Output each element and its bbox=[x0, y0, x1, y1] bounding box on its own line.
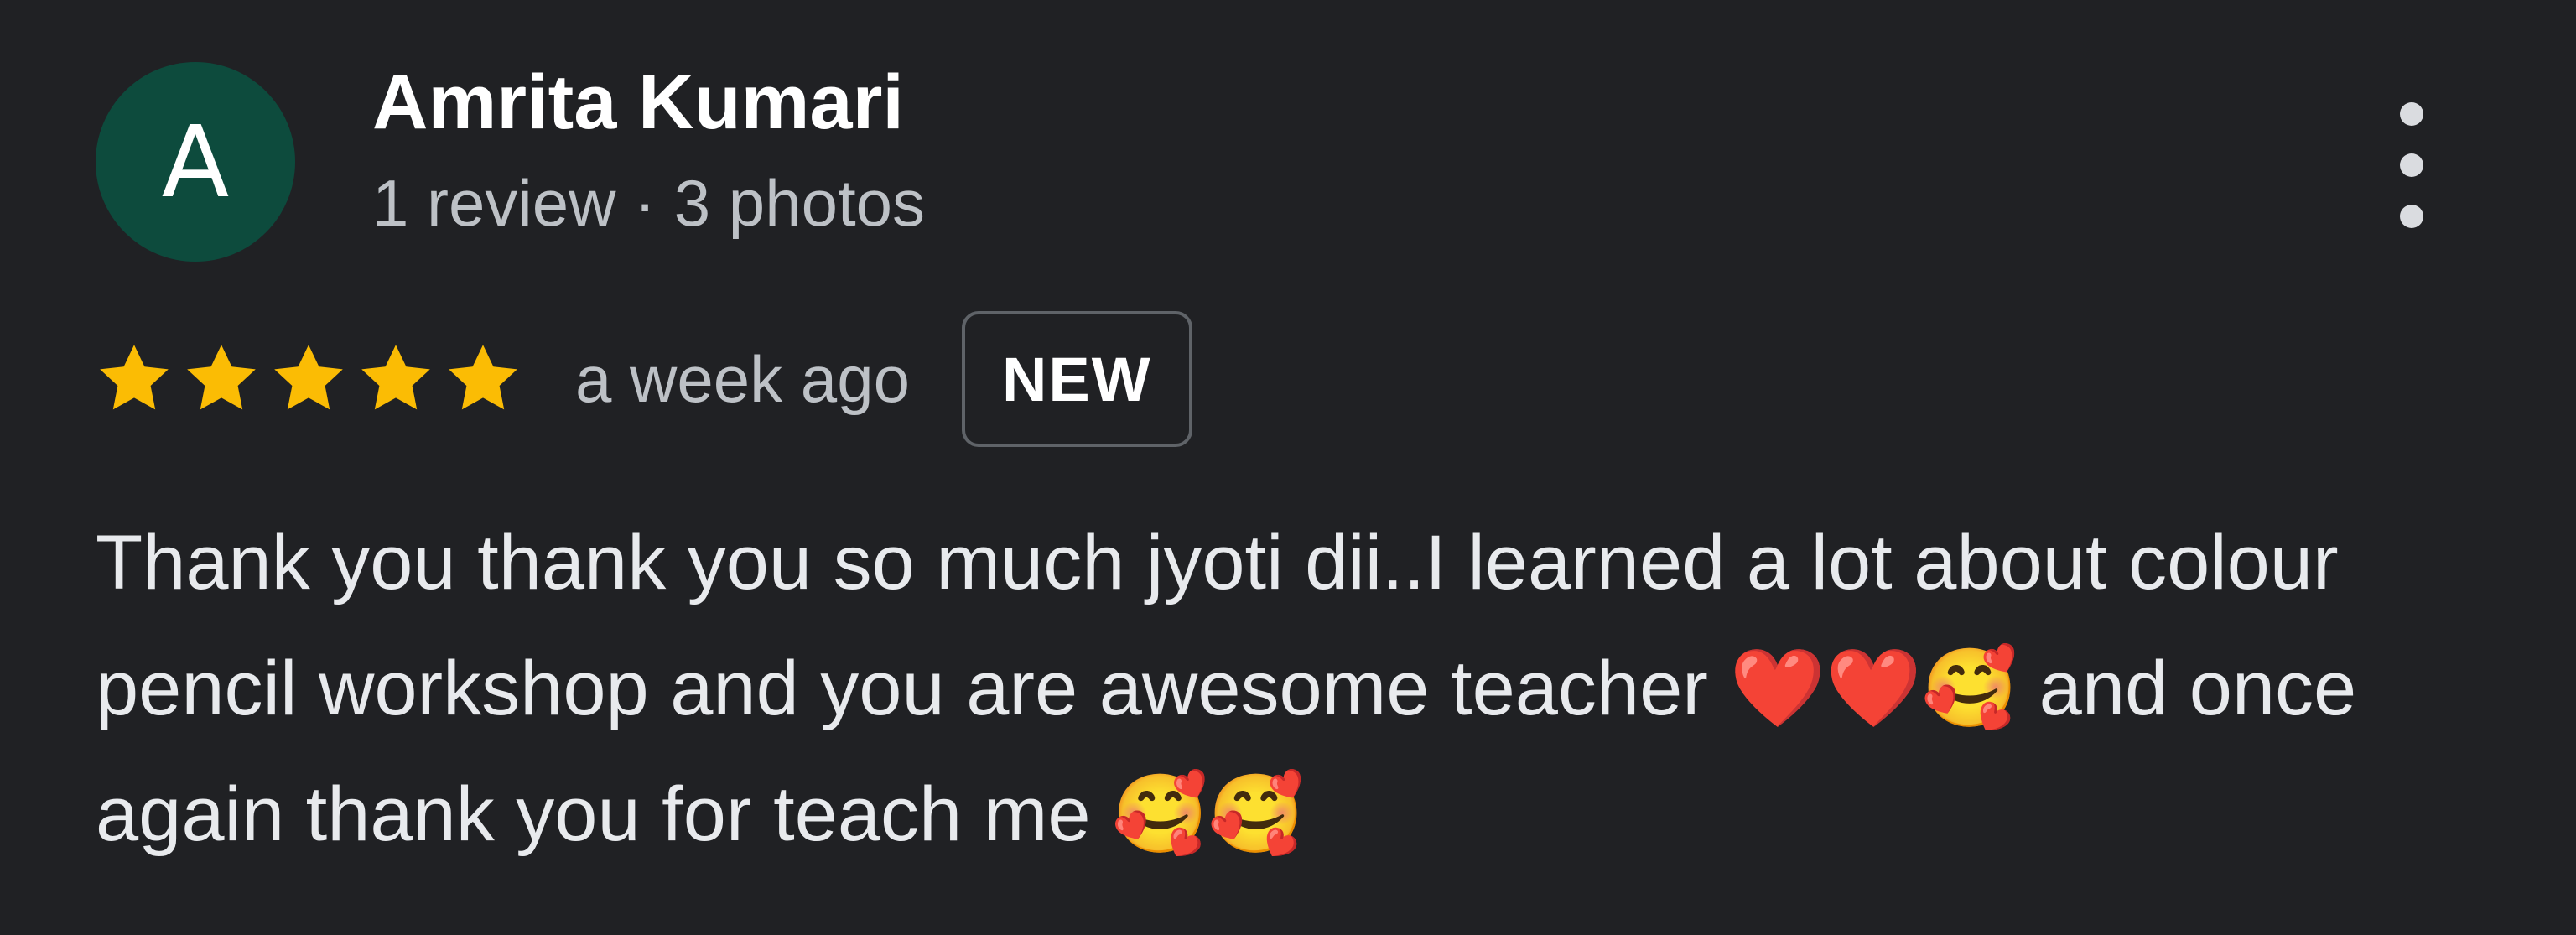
more-options-button[interactable] bbox=[2381, 102, 2442, 228]
avatar-initial: A bbox=[161, 104, 230, 220]
star-icon bbox=[449, 345, 517, 410]
star-rating bbox=[94, 339, 523, 419]
more-vertical-icon-dot bbox=[2400, 153, 2423, 177]
review-card: A Amrita Kumari 1 review · 3 photos a we… bbox=[0, 0, 2576, 935]
star-icon bbox=[274, 345, 343, 410]
rating-row: a week ago NEW bbox=[94, 311, 1192, 447]
star-icon bbox=[187, 345, 256, 410]
reviewer-name[interactable]: Amrita Kumari bbox=[372, 60, 904, 145]
more-vertical-icon bbox=[2400, 102, 2423, 126]
star-icon bbox=[361, 345, 430, 410]
star-icon bbox=[100, 345, 169, 410]
reviewer-meta: 1 review · 3 photos bbox=[372, 166, 926, 240]
new-badge: NEW bbox=[961, 311, 1192, 447]
review-date: a week ago bbox=[575, 341, 910, 416]
more-vertical-icon-dot bbox=[2400, 205, 2423, 228]
avatar[interactable]: A bbox=[96, 62, 295, 262]
review-text: Thank you thank you so much jyoti dii..I… bbox=[96, 520, 2357, 857]
